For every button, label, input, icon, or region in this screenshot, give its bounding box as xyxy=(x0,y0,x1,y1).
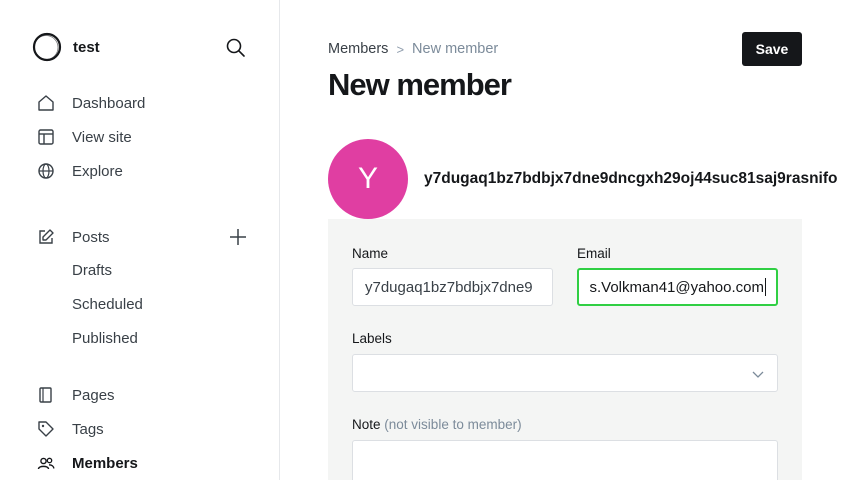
name-input-value: y7dugaq1bz7bdbjx7dne9 xyxy=(365,278,533,296)
nav-members-label: Members xyxy=(72,454,138,472)
nav-published[interactable]: Published xyxy=(72,330,138,347)
note-label: Note (not visible to member) xyxy=(352,417,522,432)
members-icon xyxy=(36,453,56,473)
name-input[interactable]: y7dugaq1bz7bdbjx7dne9 xyxy=(352,268,553,306)
member-avatar: Y xyxy=(328,139,408,219)
breadcrumb-separator: > xyxy=(396,41,405,57)
layout-icon xyxy=(36,127,56,147)
nav-tags-label: Tags xyxy=(72,420,104,438)
add-post-icon[interactable] xyxy=(228,227,248,247)
email-label: Email xyxy=(577,246,611,261)
note-textarea[interactable] xyxy=(352,440,778,480)
page-icon xyxy=(36,385,56,405)
site-name: test xyxy=(73,38,100,56)
nav-pages[interactable]: Pages xyxy=(36,384,115,406)
site-logo-icon xyxy=(32,32,62,62)
nav-dashboard[interactable]: Dashboard xyxy=(36,92,145,114)
labels-label: Labels xyxy=(352,331,392,346)
name-label: Name xyxy=(352,246,389,261)
sidebar: test Dashboard View site Explore Posts D… xyxy=(0,0,280,480)
email-input[interactable]: s.Volkman41@yahoo.com xyxy=(577,268,778,306)
nav-posts-label: Posts xyxy=(72,228,110,246)
page-title: New member xyxy=(328,67,512,102)
nav-dashboard-label: Dashboard xyxy=(72,94,146,112)
globe-icon xyxy=(36,161,56,181)
text-cursor xyxy=(765,278,766,296)
home-icon xyxy=(36,93,56,113)
chevron-down-icon xyxy=(752,371,764,378)
member-form: Name y7dugaq1bz7bdbjx7dne9 Email s.Volkm… xyxy=(328,219,802,480)
search-icon[interactable] xyxy=(224,36,248,60)
save-button[interactable]: Save xyxy=(742,32,802,66)
tag-icon xyxy=(36,419,56,439)
nav-members[interactable]: Members xyxy=(36,452,138,474)
nav-drafts[interactable]: Drafts xyxy=(72,262,112,279)
email-input-value: s.Volkman41@yahoo.com xyxy=(589,278,765,296)
site-brand[interactable]: test xyxy=(32,32,100,62)
nav-scheduled[interactable]: Scheduled xyxy=(72,296,143,313)
breadcrumb-members-link[interactable]: Members xyxy=(328,41,388,57)
note-hint: (not visible to member) xyxy=(384,417,522,432)
nav-posts[interactable]: Posts xyxy=(36,226,110,248)
note-label-text: Note xyxy=(352,417,381,432)
nav-explore-label: Explore xyxy=(72,162,123,180)
nav-tags[interactable]: Tags xyxy=(36,418,104,440)
nav-view-site-label: View site xyxy=(72,128,132,146)
nav-view-site[interactable]: View site xyxy=(36,126,132,148)
nav-pages-label: Pages xyxy=(72,386,115,404)
nav-explore[interactable]: Explore xyxy=(36,160,123,182)
pencil-icon xyxy=(36,227,56,247)
breadcrumb-current: New member xyxy=(412,41,499,57)
member-name-heading: y7dugaq1bz7bdbjx7dne9dncgxh29oj44suc81sa… xyxy=(424,170,838,187)
breadcrumb: Members > New member xyxy=(328,41,498,57)
labels-select[interactable] xyxy=(352,354,778,392)
